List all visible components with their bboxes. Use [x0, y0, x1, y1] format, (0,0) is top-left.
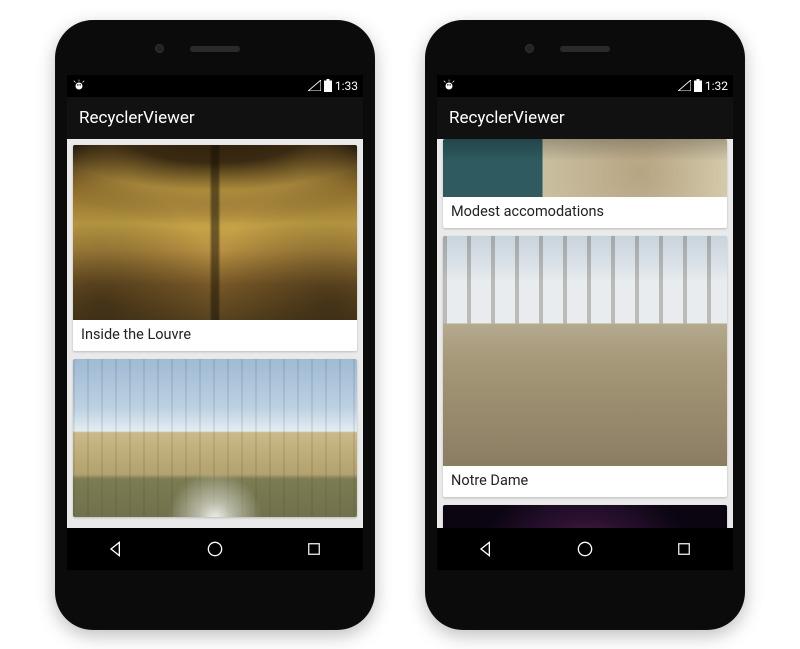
app-bar: RecyclerViewer — [67, 97, 363, 139]
list-item[interactable]: Modest accomodations — [443, 139, 727, 228]
battery-icon — [324, 79, 332, 92]
debug-icon — [442, 79, 456, 93]
card-image — [443, 139, 727, 197]
phone-camera — [155, 44, 164, 53]
signal-icon — [678, 80, 691, 91]
phone-screen: 1:33 RecyclerViewer Inside the Louvre — [67, 75, 363, 570]
back-button[interactable] — [475, 538, 497, 560]
recents-button[interactable] — [673, 538, 695, 560]
phone-camera — [525, 44, 534, 53]
phone-screen: 1:32 RecyclerViewer Modest accomodations… — [437, 75, 733, 570]
card-image — [73, 145, 357, 320]
recycler-list[interactable]: Modest accomodations Notre Dame — [437, 139, 733, 528]
list-item[interactable]: Notre Dame — [443, 236, 727, 497]
card-caption: Inside the Louvre — [73, 320, 357, 351]
home-button[interactable] — [574, 538, 596, 560]
battery-icon — [694, 79, 702, 92]
phone-speaker — [190, 46, 240, 52]
signal-icon — [308, 80, 321, 91]
app-title: RecyclerViewer — [449, 108, 565, 128]
status-bar: 1:33 — [67, 75, 363, 97]
phone-speaker — [560, 46, 610, 52]
card-image — [443, 505, 727, 528]
list-item[interactable] — [73, 359, 357, 517]
list-item[interactable]: Inside the Louvre — [73, 145, 357, 351]
home-button[interactable] — [204, 538, 226, 560]
card-image — [73, 359, 357, 517]
navigation-bar — [67, 528, 363, 570]
navigation-bar — [437, 528, 733, 570]
app-title: RecyclerViewer — [79, 108, 195, 128]
back-button[interactable] — [105, 538, 127, 560]
status-bar: 1:32 — [437, 75, 733, 97]
recycler-list[interactable]: Inside the Louvre — [67, 139, 363, 528]
phone-device: 1:33 RecyclerViewer Inside the Louvre — [55, 20, 375, 630]
debug-icon — [72, 79, 86, 93]
phone-device: 1:32 RecyclerViewer Modest accomodations… — [425, 20, 745, 630]
card-image — [443, 236, 727, 466]
list-item[interactable] — [443, 505, 727, 528]
recents-button[interactable] — [303, 538, 325, 560]
app-bar: RecyclerViewer — [437, 97, 733, 139]
status-time: 1:32 — [705, 79, 728, 93]
card-caption: Notre Dame — [443, 466, 727, 497]
card-caption: Modest accomodations — [443, 197, 727, 228]
status-time: 1:33 — [335, 79, 358, 93]
